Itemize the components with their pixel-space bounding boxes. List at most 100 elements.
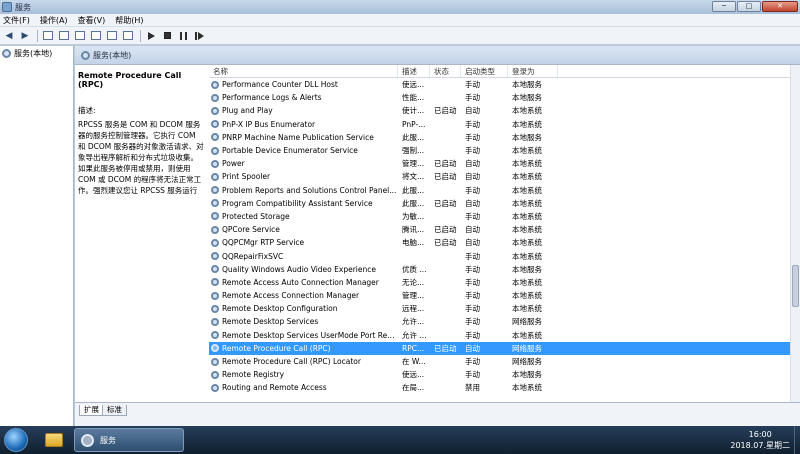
service-startup-type-cell: 手动 <box>465 251 480 261</box>
table-row[interactable]: Problem Reports and Solutions Control Pa… <box>209 184 790 197</box>
table-row[interactable]: QQRepairFixSVC 手动 本地系统 <box>209 249 790 262</box>
pane-header: 服务(本地) <box>75 46 800 65</box>
taskbar-explorer-button[interactable] <box>36 428 72 452</box>
start-service-icon[interactable] <box>144 29 158 42</box>
stop-service-icon[interactable] <box>160 29 174 42</box>
close-button[interactable]: ✕ <box>762 1 798 12</box>
service-logon-cell: 本地服务 <box>512 93 542 103</box>
scrollbar-thumb[interactable] <box>792 265 799 307</box>
service-description-cell: 此服... <box>402 132 425 142</box>
table-row[interactable]: Remote Desktop Services UserMode Port Re… <box>209 329 790 342</box>
service-name-text: Remote Access Auto Connection Manager <box>222 277 379 287</box>
column-header-logon-as[interactable]: 登录为 <box>508 65 558 77</box>
table-row[interactable]: QPCore Service 腾讯... 已启动 自动 本地系统 <box>209 223 790 236</box>
service-name-cell: QQRepairFixSVC <box>209 252 398 261</box>
table-row[interactable]: Plug and Play 使计... 已启动 自动 本地系统 <box>209 104 790 117</box>
service-startup-type-cell: 手动 <box>465 146 480 156</box>
export-list-icon[interactable] <box>89 29 103 42</box>
restart-service-icon[interactable] <box>192 29 206 42</box>
service-name-cell: QQPCMgr RTP Service <box>209 238 398 247</box>
table-row[interactable]: Remote Desktop Configuration 远程... 手动 本地系统 <box>209 302 790 315</box>
table-row[interactable]: Print Spooler 将文... 已启动 自动 本地系统 <box>209 170 790 183</box>
service-name-cell: Program Compatibility Assistant Service <box>209 199 398 208</box>
start-button[interactable] <box>4 428 28 452</box>
service-startup-type-cell: 手动 <box>465 277 480 287</box>
menu-bar: 文件(F) 操作(A) 查看(V) 帮助(H) <box>0 14 800 27</box>
table-row[interactable]: Portable Device Enumerator Service 强制... 手… <box>209 144 790 157</box>
table-row[interactable]: PNRP Machine Name Publication Service 此服.… <box>209 131 790 144</box>
service-description-cell: 无论... <box>402 277 425 287</box>
service-startup-type-cell: 自动 <box>465 238 480 248</box>
table-row[interactable]: Performance Logs & Alerts 性能... 手动 本地服务 <box>209 91 790 104</box>
services-pane: 服务(本地) Remote Procedure Call (RPC) 描述: R… <box>75 46 800 426</box>
table-row[interactable]: Protected Storage 为敏... 手动 本地系统 <box>209 210 790 223</box>
service-startup-type-cell: 手动 <box>465 93 480 103</box>
table-row[interactable]: Remote Access Connection Manager 管理... 手动 本… <box>209 289 790 302</box>
service-description-cell: 为敏... <box>402 211 425 221</box>
service-startup-type-cell: 手动 <box>465 119 480 129</box>
taskbar-services-button[interactable]: 服务 <box>74 428 184 452</box>
service-name-cell: Protected Storage <box>209 212 398 221</box>
menu-help[interactable]: 帮助(H) <box>115 15 143 26</box>
table-row[interactable]: Performance Counter DLL Host 使远... 手动 本地服务 <box>209 78 790 91</box>
menu-view[interactable]: 查看(V) <box>78 15 106 26</box>
column-header-name[interactable]: 名称 <box>209 65 398 77</box>
tab-extended[interactable]: 扩展 <box>79 405 104 416</box>
gear-icon <box>81 50 90 60</box>
show-desktop-button[interactable] <box>794 426 800 454</box>
vertical-scrollbar[interactable] <box>790 65 800 402</box>
description-text: RPCSS 服务是 COM 和 DCOM 服务器的服务控制管理器。它执行 COM… <box>78 120 204 195</box>
maximize-button[interactable]: □ <box>737 1 761 12</box>
table-row[interactable]: Remote Access Auto Connection Manager 无论.… <box>209 276 790 289</box>
table-row[interactable]: Remote Desktop Services 允许... 手动 网络服务 <box>209 315 790 328</box>
table-row[interactable]: Routing and Remote Access 在局... 禁用 本地系统 <box>209 381 790 394</box>
column-header-description[interactable]: 描述 <box>398 65 430 77</box>
service-description-cell: 腾讯... <box>402 225 425 235</box>
service-name-text: Plug and Play <box>222 106 273 116</box>
table-row[interactable]: Remote Procedure Call (RPC) Locator 在 W..… <box>209 355 790 368</box>
toolbar-separator <box>140 29 141 42</box>
table-row[interactable]: Program Compatibility Assistant Service 此… <box>209 197 790 210</box>
window-controls: ─ □ ✕ <box>712 1 798 12</box>
service-name-text: Performance Logs & Alerts <box>222 93 322 103</box>
service-name-text: Problem Reports and Solutions Control Pa… <box>222 185 397 195</box>
table-row[interactable]: Power 管理... 已启动 自动 本地系统 <box>209 157 790 170</box>
table-row[interactable]: QQPCMgr RTP Service 电脑... 已启动 自动 本地系统 <box>209 236 790 249</box>
table-row[interactable]: PnP-X IP Bus Enumerator PnP-... 手动 本地系统 <box>209 118 790 131</box>
table-row[interactable]: Remote Registry 使远... 手动 本地服务 <box>209 368 790 381</box>
column-header-startup-type[interactable]: 启动类型 <box>461 65 508 77</box>
window-title: 服务 <box>15 2 31 12</box>
pause-service-icon[interactable] <box>176 29 190 42</box>
properties-icon[interactable] <box>57 29 71 42</box>
service-description-cell: 在 W... <box>402 357 426 367</box>
service-startup-type-cell: 手动 <box>465 132 480 142</box>
service-name-text: Performance Counter DLL Host <box>222 80 338 90</box>
menu-file[interactable]: 文件(F) <box>3 15 30 26</box>
service-logon-cell: 本地系统 <box>512 330 542 340</box>
service-logon-cell: 本地服务 <box>512 80 542 90</box>
system-clock[interactable]: 16:00 2018.07.星期二 <box>730 429 790 451</box>
help-icon[interactable] <box>105 29 119 42</box>
mmc-icon[interactable] <box>121 29 135 42</box>
gear-icon <box>211 212 219 221</box>
show-hide-console-tree-icon[interactable] <box>41 29 55 42</box>
column-header-status[interactable]: 状态 <box>430 65 461 77</box>
minimize-button[interactable]: ─ <box>712 1 736 12</box>
gear-icon <box>211 225 219 234</box>
tab-standard[interactable]: 标准 <box>102 405 127 416</box>
menu-action[interactable]: 操作(A) <box>40 15 68 26</box>
forward-icon[interactable]: ▶ <box>18 29 32 42</box>
table-row[interactable]: Quality Windows Audio Video Experience 优质… <box>209 263 790 276</box>
list-header: 名称 描述 状态 启动类型 登录为 <box>209 65 790 78</box>
tree-item-services-local[interactable]: 服务(本地) <box>0 46 73 60</box>
taskbar-services-label: 服务 <box>100 435 116 445</box>
service-startup-type-cell: 手动 <box>465 80 480 90</box>
refresh-icon[interactable] <box>73 29 87 42</box>
service-name-cell: Print Spooler <box>209 172 398 181</box>
table-row[interactable]: Remote Procedure Call (RPC) RPC... 已启动 自动 网络… <box>209 341 790 355</box>
service-startup-type-cell: 自动 <box>465 159 480 169</box>
service-description-cell: 使远... <box>402 80 425 90</box>
service-status-cell: 已启动 <box>434 238 457 248</box>
gear-icon <box>211 252 219 261</box>
back-icon[interactable]: ◀ <box>2 29 16 42</box>
